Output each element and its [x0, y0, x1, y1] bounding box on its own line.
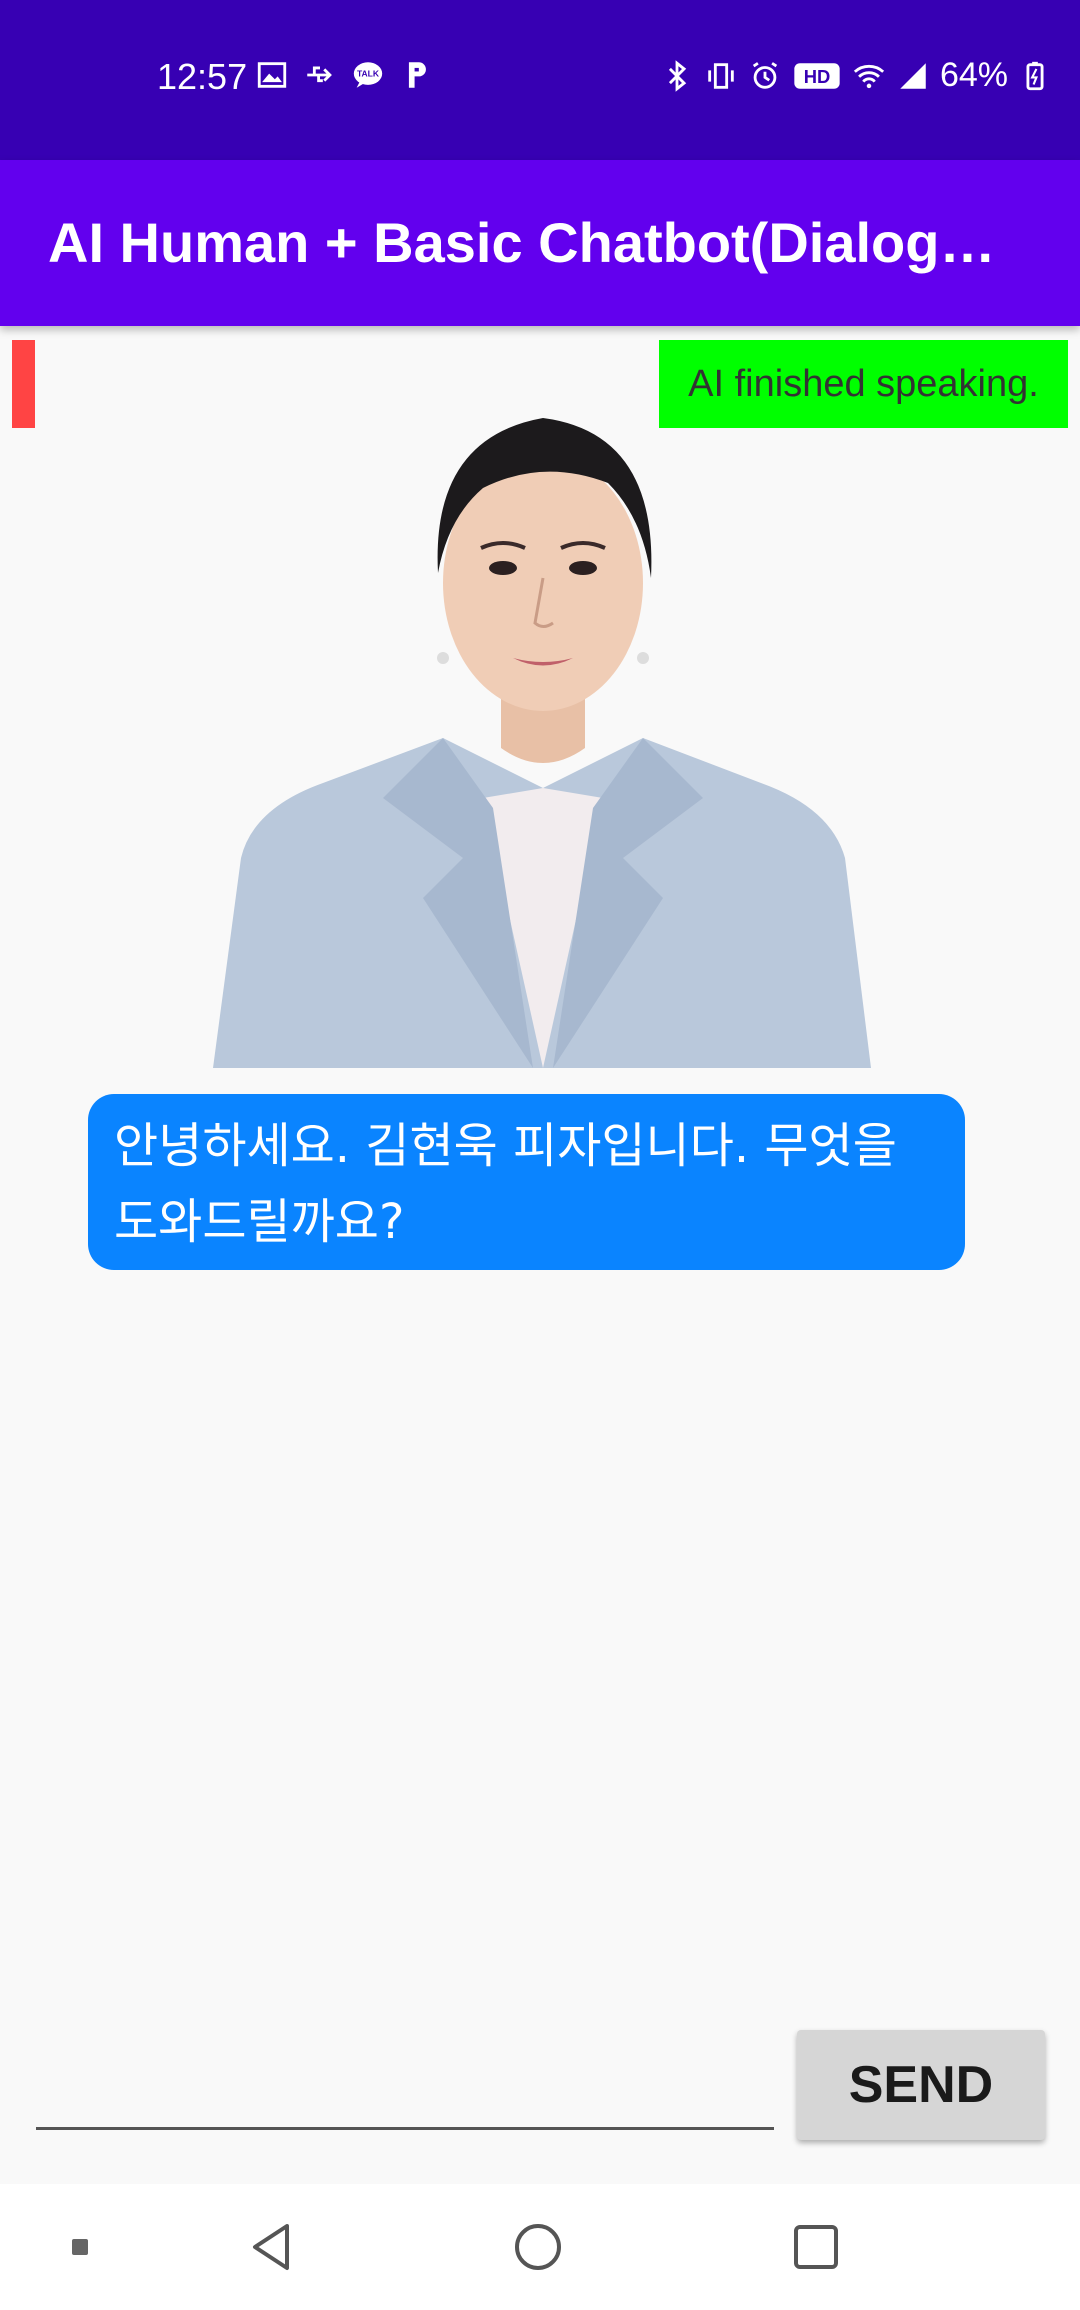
app-title: AI Human + Basic Chatbot(DialogFlow) — [48, 211, 1008, 274]
app-bar: AI Human + Basic Chatbot(DialogFlow) — [0, 160, 1080, 326]
recording-indicator — [12, 340, 35, 428]
nav-recents-button[interactable] — [766, 2184, 866, 2310]
battery-icon — [1026, 61, 1044, 90]
home-circle-icon — [515, 2224, 561, 2270]
status-left-icons: TALK — [255, 58, 433, 92]
vibrate-icon — [708, 62, 734, 89]
send-button[interactable]: SEND — [797, 2030, 1045, 2140]
svg-text:TALK: TALK — [357, 68, 380, 78]
wifi-icon — [853, 64, 885, 88]
hd-icon: HD — [794, 62, 840, 89]
nav-home-button[interactable] — [488, 2184, 588, 2310]
nav-menu-button[interactable] — [40, 2184, 120, 2310]
svg-text:HD: HD — [804, 66, 831, 87]
status-right-icons: HD 64% — [660, 56, 1052, 95]
talk-icon: TALK — [353, 62, 383, 88]
status-bar: 12:57 TALK HD 64% — [0, 0, 1080, 160]
navigation-bar — [0, 2184, 1080, 2310]
ai-message-bubble: 안녕하세요. 김현욱 피자입니다. 무엇을 도와드릴까요? — [88, 1094, 965, 1270]
p-icon — [408, 62, 426, 88]
square-dot-icon — [72, 2239, 88, 2255]
signal-icon — [900, 62, 926, 89]
message-input[interactable] — [36, 2030, 774, 2130]
image-icon — [257, 62, 287, 88]
nav-back-button[interactable] — [222, 2184, 322, 2310]
ai-human-avatar — [213, 418, 871, 1068]
recents-square-icon — [794, 2225, 838, 2269]
bluetooth-icon — [668, 59, 687, 92]
battery-percent: 64% — [939, 56, 1008, 94]
usb-icon — [307, 66, 332, 83]
alarm-icon — [752, 61, 778, 89]
status-time: 12:57 — [157, 56, 248, 97]
back-triangle-icon — [253, 2224, 289, 2270]
